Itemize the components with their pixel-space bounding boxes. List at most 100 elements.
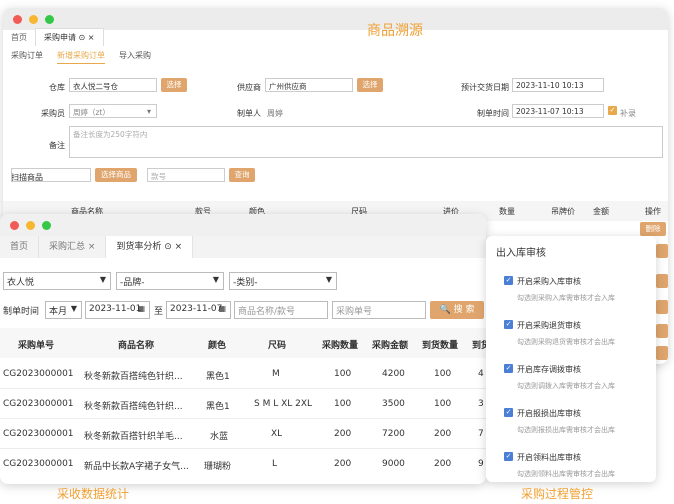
delete-button[interactable] xyxy=(656,244,668,258)
supplier-select-button[interactable]: 选择 xyxy=(357,78,383,92)
audit-checkbox[interactable]: ✓ xyxy=(504,364,513,373)
query-button[interactable]: 查询 xyxy=(229,168,255,182)
brand-select[interactable]: -品牌- ▼ xyxy=(116,272,224,290)
period-select-value: 本月 xyxy=(49,307,68,317)
order-no: CG2023000001 xyxy=(3,369,74,379)
audit-option-desc: 勾选则采购入库需审核才会入库 xyxy=(517,294,615,302)
search-button[interactable]: 🔍 搜 索 xyxy=(430,301,484,319)
audit-option-desc: 勾选则领料出库需审核才会出库 xyxy=(517,470,615,478)
minimize-window-icon[interactable] xyxy=(29,15,38,24)
arrival-qty: 200 xyxy=(434,429,452,439)
arrival: 4 xyxy=(478,369,484,379)
size: L xyxy=(272,459,278,469)
purchase-amount: 3500 xyxy=(382,399,405,409)
color: 珊瑚粉 xyxy=(204,462,232,472)
remark-label: 备注 xyxy=(49,141,65,150)
category-select-value: -类别- xyxy=(233,278,258,288)
col-color: 颜色 xyxy=(208,341,227,351)
warehouse-select-button[interactable]: 选择 xyxy=(161,78,187,92)
audit-settings-panel: 出入库审核 ✓ 开启采购入库审核 勾选则采购入库需审核才会入库 ✓ 开启采购退货… xyxy=(486,236,656,482)
col-amount: 金额 xyxy=(593,207,609,216)
purchase-qty: 200 xyxy=(334,429,352,439)
arrival-qty: 100 xyxy=(434,369,452,379)
supplement-label: 补录 xyxy=(620,109,636,118)
subtab-purchase-orders[interactable]: 采购订单 xyxy=(11,50,43,64)
expected-date-input[interactable]: 2023-11-10 10:13 xyxy=(512,78,604,92)
select-goods-button[interactable]: 选择商品 xyxy=(95,168,137,182)
make-time-input[interactable]: 2023-11-07 10:13 xyxy=(512,104,604,118)
audit-checkbox[interactable]: ✓ xyxy=(504,408,513,417)
supplement-checkbox[interactable]: ✓ xyxy=(608,106,617,115)
delete-button[interactable] xyxy=(656,346,668,360)
subtab-new-order[interactable]: 新增采购订单 xyxy=(57,50,105,64)
search-button-label: 搜 索 xyxy=(453,305,475,315)
tab-purchase-summary[interactable]: 采购汇总 × xyxy=(39,236,107,258)
calendar-icon: ▦ xyxy=(137,304,145,313)
purchase-qty: 100 xyxy=(334,369,352,379)
tab-home[interactable]: 首页 xyxy=(3,29,35,46)
chevron-down-icon: ▼ xyxy=(325,275,332,284)
delete-button[interactable] xyxy=(656,324,668,338)
warehouse-label: 仓库 xyxy=(49,83,65,92)
audit-option-label: 开启采购退货审核 xyxy=(517,321,581,330)
period-select[interactable]: 本月 ▼ xyxy=(45,301,82,319)
date-from-input[interactable]: 2023-11-01 ▦ xyxy=(85,301,150,319)
audit-checkbox[interactable]: ✓ xyxy=(504,276,513,285)
remark-textarea[interactable]: 备注长度为250字符内 xyxy=(69,126,663,158)
delete-button[interactable] xyxy=(656,274,668,288)
chevron-down-icon: ▼ xyxy=(212,275,219,284)
style-number-input[interactable]: 款号 xyxy=(147,168,225,182)
close-window-icon[interactable] xyxy=(10,221,19,230)
purchase-qty: 200 xyxy=(334,459,352,469)
brand-select-value: -品牌- xyxy=(120,278,145,288)
tab-arrival-rate[interactable]: 到货率分析 ⊙ × xyxy=(106,236,194,258)
goods-name: 秋冬新款百搭纯色针织... xyxy=(84,372,183,382)
goods-name: 秋冬新款百搭针织羊毛... xyxy=(84,432,183,442)
chevron-down-icon: ▼ xyxy=(99,275,106,284)
arrival: 9 xyxy=(478,459,484,469)
panel-title: 出入库审核 xyxy=(496,248,546,259)
chevron-down-icon: ▾ xyxy=(147,107,152,116)
tab-purchase-request[interactable]: 采购申请 ⊙ × xyxy=(35,28,104,46)
size: XL xyxy=(271,429,283,439)
order-no: CG2023000001 xyxy=(3,399,74,409)
row-divider xyxy=(0,448,486,449)
maximize-window-icon[interactable] xyxy=(45,15,54,24)
col-tag-price: 吊牌价 xyxy=(551,207,575,216)
purchase-amount: 9000 xyxy=(382,459,405,469)
category-select[interactable]: -类别- ▼ xyxy=(229,272,337,290)
buyer-select[interactable]: 周婷（zt） xyxy=(69,104,157,118)
title-bar xyxy=(0,214,486,236)
warehouse-input[interactable]: 衣人悦二号仓 xyxy=(69,78,157,92)
delete-button[interactable] xyxy=(656,300,668,314)
audit-option-label: 开启领料出库审核 xyxy=(517,453,581,462)
buyer-label: 采购员 xyxy=(41,109,65,118)
minimize-window-icon[interactable] xyxy=(26,221,35,230)
row-divider xyxy=(0,388,486,389)
maximize-window-icon[interactable] xyxy=(42,221,51,230)
audit-option-label: 开启报损出库审核 xyxy=(517,409,581,418)
goods-name-input[interactable]: 商品名称/款号 xyxy=(234,301,328,319)
scan-input[interactable] xyxy=(11,168,91,182)
maker-label: 制单人 xyxy=(237,109,261,118)
supplier-label: 供应商 xyxy=(237,83,261,92)
order-no: CG2023000001 xyxy=(3,429,74,439)
store-select[interactable]: 衣人悦 ▼ xyxy=(3,272,111,290)
close-window-icon[interactable] xyxy=(13,15,22,24)
audit-checkbox[interactable]: ✓ xyxy=(504,320,513,329)
headline-traceability: 商品溯源 xyxy=(367,23,423,39)
date-to-input[interactable]: 2023-11-07 ▦ xyxy=(166,301,231,319)
col-goods-name: 商品名称 xyxy=(118,341,155,351)
arrival-qty: 200 xyxy=(434,459,452,469)
audit-checkbox[interactable]: ✓ xyxy=(504,452,513,461)
subtab-import[interactable]: 导入采购 xyxy=(119,50,151,64)
store-select-value: 衣人悦 xyxy=(7,278,35,288)
col-arrival-qty: 到货数量 xyxy=(422,341,459,351)
delete-button[interactable]: 删除 xyxy=(640,222,666,236)
tab-home[interactable]: 首页 xyxy=(0,236,40,258)
order-number-input[interactable]: 采购单号 xyxy=(332,301,426,319)
arrival-table-header: 采购单号 商品名称 颜色 尺码 采购数量 采购金额 到货数量 到货 xyxy=(0,328,490,358)
purchase-qty: 100 xyxy=(334,399,352,409)
audit-option-desc: 勾选则采购退货需审核才会出库 xyxy=(517,338,615,346)
supplier-input[interactable]: 广州供应商 xyxy=(265,78,353,92)
